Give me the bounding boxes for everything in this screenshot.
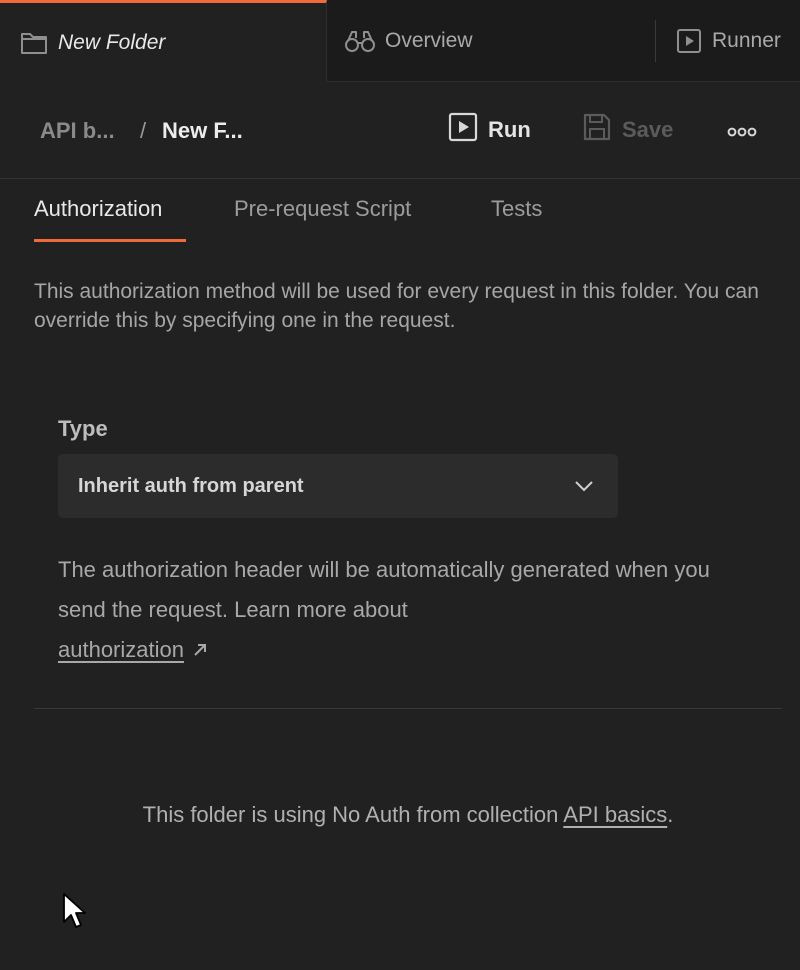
inherited-auth-note: This folder is using No Auth from collec… bbox=[0, 802, 800, 828]
auth-type-value: Inherit auth from parent bbox=[78, 474, 304, 497]
run-button[interactable]: Run bbox=[448, 108, 531, 152]
tab-tests[interactable]: Tests bbox=[491, 196, 542, 222]
tab-new-folder[interactable]: New Folder bbox=[0, 0, 327, 82]
breadcrumb-parent[interactable]: API b... bbox=[40, 118, 115, 144]
folder-header: API b... / New F... Run Save bbox=[0, 82, 800, 179]
auth-type-select[interactable]: Inherit auth from parent bbox=[58, 454, 618, 518]
tab-runner[interactable]: Runner bbox=[676, 0, 781, 82]
runner-icon bbox=[676, 28, 702, 54]
section-divider bbox=[34, 708, 782, 709]
save-icon bbox=[582, 112, 612, 148]
more-options-button[interactable] bbox=[724, 108, 760, 152]
external-link-icon bbox=[192, 631, 208, 671]
chevron-down-icon bbox=[574, 476, 594, 499]
save-label: Save bbox=[622, 117, 674, 142]
run-icon bbox=[448, 112, 478, 148]
more-horizontal-icon bbox=[727, 117, 757, 143]
save-button[interactable]: Save bbox=[582, 108, 673, 152]
tab-strip: New Folder Overview Runner bbox=[0, 0, 800, 82]
authorization-learn-more-link[interactable]: authorization bbox=[58, 637, 184, 662]
active-tab-indicator bbox=[34, 239, 186, 242]
run-label: Run bbox=[488, 117, 531, 142]
mouse-cursor-icon bbox=[62, 892, 88, 937]
tab-label: New Folder bbox=[58, 30, 166, 54]
footer-note-suffix: . bbox=[667, 802, 674, 827]
auth-help-body: The authorization header will be automat… bbox=[58, 557, 710, 622]
breadcrumb-separator: / bbox=[140, 118, 147, 143]
footer-note-prefix: This folder is using No Auth from collec… bbox=[142, 802, 564, 827]
collection-link[interactable]: API basics bbox=[563, 802, 667, 827]
tab-divider bbox=[655, 20, 656, 62]
auth-help-text: The authorization header will be automat… bbox=[58, 550, 758, 671]
type-label: Type bbox=[58, 416, 108, 441]
tab-label: Runner bbox=[712, 29, 781, 52]
auth-description: This authorization method will be used f… bbox=[34, 280, 759, 332]
breadcrumb-current[interactable]: New F... bbox=[162, 118, 243, 144]
folder-icon bbox=[20, 30, 48, 56]
tab-authorization[interactable]: Authorization bbox=[34, 196, 162, 222]
tab-label: Overview bbox=[385, 29, 473, 52]
tab-overview[interactable]: Overview bbox=[344, 0, 473, 82]
binoculars-icon bbox=[344, 28, 376, 54]
tab-pre-request-script[interactable]: Pre-request Script bbox=[234, 196, 411, 222]
